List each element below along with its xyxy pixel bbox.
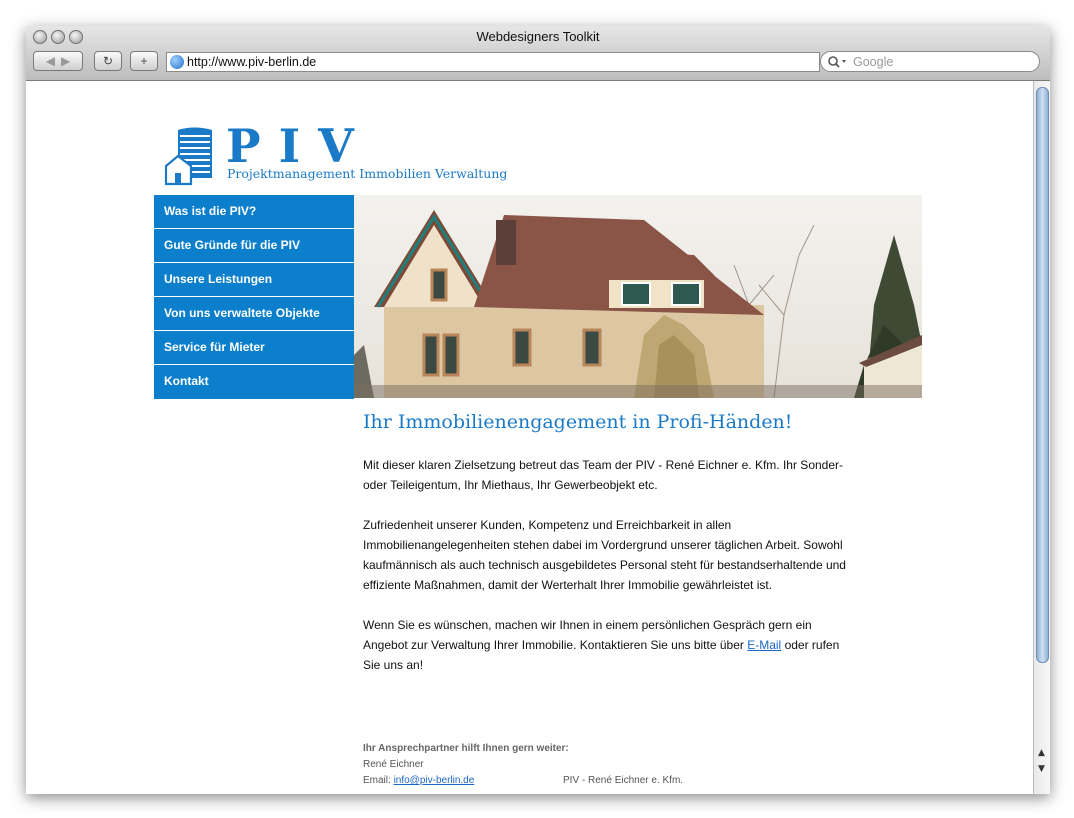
forward-arrow-icon[interactable]: ▶ xyxy=(61,54,70,68)
quality-paragraph: Zufriedenheit unserer Kunden, Kompetenz … xyxy=(363,518,846,592)
search-field[interactable]: Google xyxy=(820,51,1040,72)
window-title: Webdesigners Toolkit xyxy=(476,29,600,44)
plus-icon: + xyxy=(140,54,148,68)
nav-item-gute-gruende[interactable]: Gute Gründe für die PIV xyxy=(154,229,354,263)
reload-button[interactable]: ↻ xyxy=(94,51,122,71)
back-forward-buttons[interactable]: ◀ ▶ xyxy=(33,51,83,71)
email-label: Email: xyxy=(363,775,394,786)
browser-toolbar: Webdesigners Toolkit ◀ ▶ ↻ + http://www.… xyxy=(26,26,1050,81)
intro-paragraph: Mit dieser klaren Zielsetzung betreut da… xyxy=(363,458,843,492)
company-name: PIV - René Eichner e. Kfm. xyxy=(563,775,684,786)
contact-email-link[interactable]: info@piv-berlin.de xyxy=(394,775,475,786)
main-navigation: Was ist die PIV? Gute Gründe für die PIV… xyxy=(154,195,354,399)
email-link[interactable]: E-Mail xyxy=(747,638,781,652)
contact-heading: Ihr Ansprechpartner hilft Ihnen gern wei… xyxy=(363,743,569,754)
logo-wordmark: PIV xyxy=(226,119,372,173)
globe-icon xyxy=(170,55,184,69)
nav-item-kontakt[interactable]: Kontakt xyxy=(154,365,354,399)
nav-item-leistungen[interactable]: Unsere Leistungen xyxy=(154,263,354,297)
scrollbar-thumb[interactable] xyxy=(1036,87,1049,663)
scroll-down-arrow-icon[interactable]: ▼ xyxy=(1036,763,1047,775)
main-content: Ihr Immobilienengagement in Profi-Händen… xyxy=(363,411,853,695)
search-icon xyxy=(828,55,846,68)
vertical-scrollbar[interactable]: ▲ ▼ xyxy=(1033,81,1050,794)
address-bar[interactable]: http://www.piv-berlin.de xyxy=(166,52,820,72)
nav-item-verwaltete-objekte[interactable]: Von uns verwaltete Objekte xyxy=(154,297,354,331)
villa-hero-image xyxy=(354,195,922,398)
contact-paragraph: Wenn Sie es wünschen, machen wir Ihnen i… xyxy=(363,615,853,675)
back-arrow-icon[interactable]: ◀ xyxy=(46,54,55,68)
page-content: PIV Projektmanagement Immobilien Verwalt… xyxy=(26,81,1034,794)
address-url[interactable]: http://www.piv-berlin.de xyxy=(187,55,316,69)
nav-item-was-ist-die-piv[interactable]: Was ist die PIV? xyxy=(154,195,354,229)
nav-item-service-mieter[interactable]: Service für Mieter xyxy=(154,331,354,365)
reload-icon: ↻ xyxy=(102,54,114,68)
add-bookmark-button[interactable]: + xyxy=(130,51,158,71)
contact-name: René Eichner xyxy=(363,759,424,770)
logo-subtitle: Projektmanagement Immobilien Verwaltung xyxy=(227,166,508,181)
building-logo-icon xyxy=(164,127,212,186)
scroll-up-arrow-icon[interactable]: ▲ xyxy=(1036,747,1047,759)
browser-window: Webdesigners Toolkit ◀ ▶ ↻ + http://www.… xyxy=(26,26,1050,794)
contact-paragraph-text-1: Wenn Sie es wünschen, machen wir Ihnen i… xyxy=(363,618,812,652)
search-placeholder: Google xyxy=(853,54,894,69)
contact-box: Ihr Ansprechpartner hilft Ihnen gern wei… xyxy=(363,741,863,789)
page-headline: Ihr Immobilienengagement in Profi-Händen… xyxy=(363,411,793,433)
